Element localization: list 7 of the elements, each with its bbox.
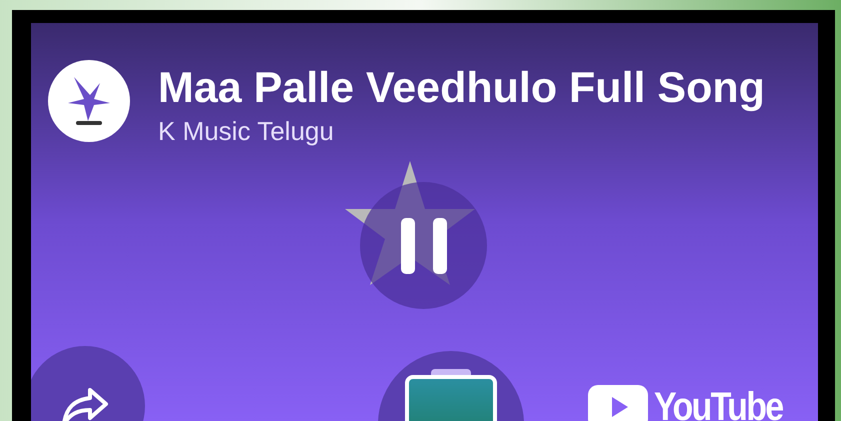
youtube-wordmark[interactable]: YouTube (654, 385, 782, 421)
stack-bar (431, 369, 471, 375)
youtube-logo-icon (588, 385, 648, 421)
pause-icon (400, 218, 446, 274)
video-title[interactable]: Maa Palle Veedhulo Full Song (158, 62, 765, 114)
channel-name[interactable]: K Music Telugu (158, 114, 765, 148)
share-icon (60, 386, 110, 421)
